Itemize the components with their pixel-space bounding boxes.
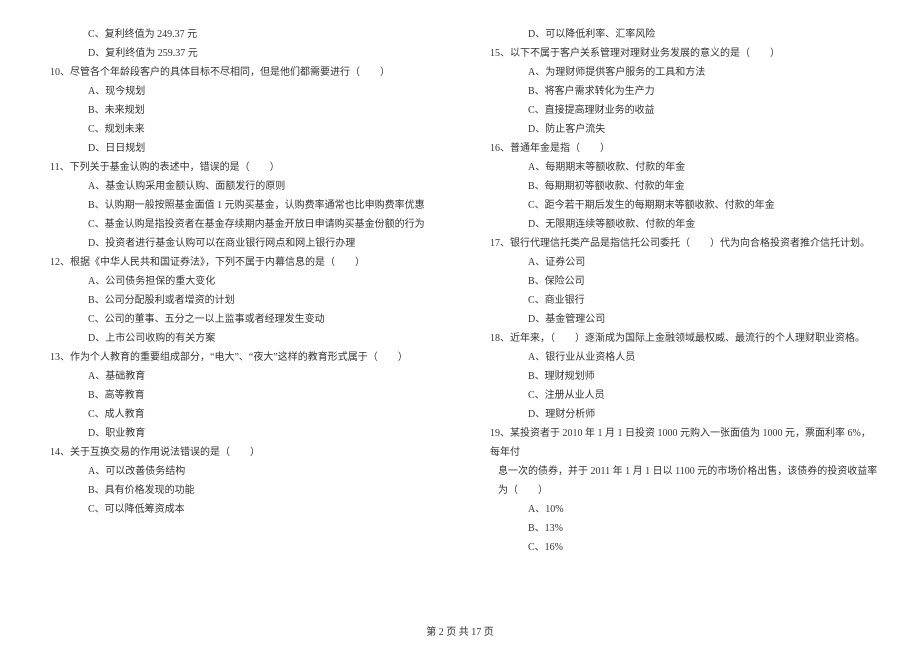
q14-opt-a: A、可以改善债务结构 [40,462,440,481]
question-13-stem: 13、作为个人教育的重要组成部分，“电大”、“夜大”这样的教育形式属于（ ） [40,348,440,367]
q15-opt-d: D、防止客户流失 [480,120,880,139]
q15-opt-c: C、直接提高理财业务的收益 [480,101,880,120]
question-12-stem: 12、根据《中华人民共和国证券法》，下列不属于内幕信息的是（ ） [40,253,440,272]
q16-opt-a: A、每期期末等额收款、付款的年金 [480,158,880,177]
q13-opt-b: B、高等教育 [40,386,440,405]
right-column: D、可以降低利率、汇率风险 15、以下不属于客户关系管理对理财业务发展的意义的是… [480,25,880,592]
prev-question-opt-c: C、复利终值为 249.37 元 [40,25,440,44]
q12-opt-c: C、公司的董事、五分之一以上监事或者经理发生变动 [40,310,440,329]
q10-opt-a: A、现今规划 [40,82,440,101]
q10-opt-b: B、未来规划 [40,101,440,120]
q11-opt-b: B、认购期一般按照基金面值 1 元购买基金，认购费率通常也比申购费率优惠 [40,196,440,215]
q17-opt-d: D、基金管理公司 [480,310,880,329]
question-14-stem: 14、关于互换交易的作用说法错误的是（ ） [40,443,440,462]
q14-opt-b: B、具有价格发现的功能 [40,481,440,500]
question-17-stem: 17、银行代理信托类产品是指信托公司委托（ ）代为向合格投资者推介信托计划。 [480,234,880,253]
prev-question-opt-d: D、复利终值为 259.37 元 [40,44,440,63]
q10-opt-d: D、日日规划 [40,139,440,158]
question-19-line2: 息一次的债券，并于 2011 年 1 月 1 日以 1100 元的市场价格出售，… [480,462,880,500]
q13-opt-d: D、职业教育 [40,424,440,443]
q10-opt-c: C、规划未来 [40,120,440,139]
q18-opt-d: D、理财分析师 [480,405,880,424]
q13-opt-c: C、成人教育 [40,405,440,424]
q12-opt-d: D、上市公司收购的有关方案 [40,329,440,348]
q16-opt-c: C、距今若干期后发生的每期期末等额收款、付款的年金 [480,196,880,215]
q17-opt-a: A、证券公司 [480,253,880,272]
q18-opt-c: C、注册从业人员 [480,386,880,405]
question-19-line1: 19、某投资者于 2010 年 1 月 1 日投资 1000 元购入一张面值为 … [480,424,880,462]
q11-opt-d: D、投资者进行基金认购可以在商业银行网点和网上银行办理 [40,234,440,253]
q19-opt-a: A、10% [480,500,880,519]
q15-opt-a: A、为理财师提供客户服务的工具和方法 [480,63,880,82]
q16-opt-b: B、每期期初等额收款、付款的年金 [480,177,880,196]
q18-opt-a: A、银行业从业资格人员 [480,348,880,367]
q14-opt-c: C、可以降低筹资成本 [40,500,440,519]
question-11-stem: 11、下列关于基金认购的表述中，错误的是（ ） [40,158,440,177]
q12-opt-a: A、公司债务担保的重大变化 [40,272,440,291]
q17-opt-c: C、商业银行 [480,291,880,310]
q19-opt-b: B、13% [480,519,880,538]
q11-opt-a: A、基金认购采用金额认购、面额发行的原则 [40,177,440,196]
question-18-stem: 18、近年来，（ ）逐渐成为国际上金融领域最权威、最流行的个人理财职业资格。 [480,329,880,348]
q16-opt-d: D、无限期连续等额收款、付款的年金 [480,215,880,234]
page-footer: 第 2 页 共 17 页 [0,623,920,642]
question-10-stem: 10、尽管各个年龄段客户的具体目标不尽相同，但是他们都需要进行（ ） [40,63,440,82]
q18-opt-b: B、理财规划师 [480,367,880,386]
left-column: C、复利终值为 249.37 元 D、复利终值为 259.37 元 10、尽管各… [40,25,440,592]
question-15-stem: 15、以下不属于客户关系管理对理财业务发展的意义的是（ ） [480,44,880,63]
q19-opt-c: C、16% [480,538,880,557]
q14-opt-d: D、可以降低利率、汇率风险 [480,25,880,44]
q13-opt-a: A、基础教育 [40,367,440,386]
q17-opt-b: B、保险公司 [480,272,880,291]
question-16-stem: 16、普通年金是指（ ） [480,139,880,158]
q11-opt-c: C、基金认购是指投资者在基金存续期内基金开放日申请购买基金份额的行为 [40,215,440,234]
q12-opt-b: B、公司分配股利或者增资的计划 [40,291,440,310]
q15-opt-b: B、将客户需求转化为生产力 [480,82,880,101]
